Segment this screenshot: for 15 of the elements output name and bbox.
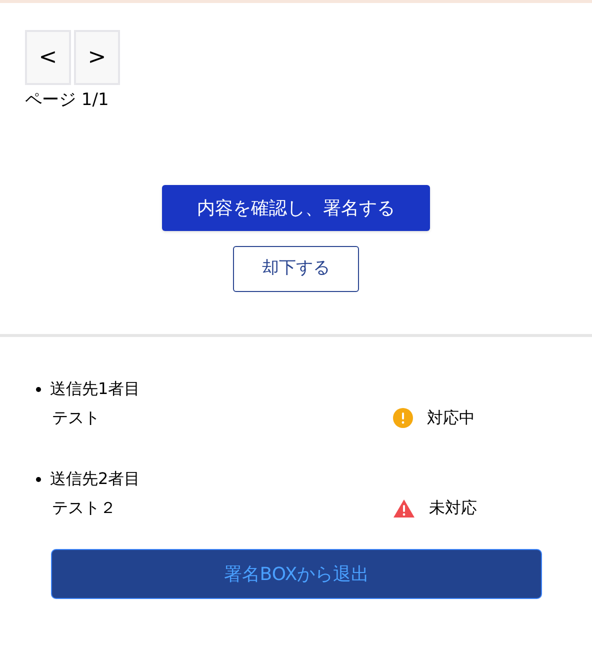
recipient-name: テスト２ bbox=[52, 497, 117, 519]
page-indicator: ページ 1/1 bbox=[25, 89, 110, 112]
recipient-title: 送信先1者目 bbox=[50, 378, 140, 400]
bullet-icon bbox=[36, 386, 41, 392]
next-page-button[interactable]: > bbox=[74, 30, 120, 85]
warning-triangle-icon bbox=[393, 498, 415, 518]
previous-page-button[interactable]: < bbox=[25, 30, 71, 85]
bullet-icon bbox=[36, 476, 41, 482]
recipient-name: テスト bbox=[52, 407, 101, 429]
status-label: 対応中 bbox=[427, 407, 475, 429]
recipient-title: 送信先2者目 bbox=[50, 468, 140, 490]
exclamation-circle-icon bbox=[393, 408, 413, 428]
reject-button[interactable]: 却下する bbox=[233, 246, 359, 292]
confirm-sign-button[interactable]: 内容を確認し、署名する bbox=[162, 185, 430, 231]
status-label: 未対応 bbox=[429, 497, 477, 519]
